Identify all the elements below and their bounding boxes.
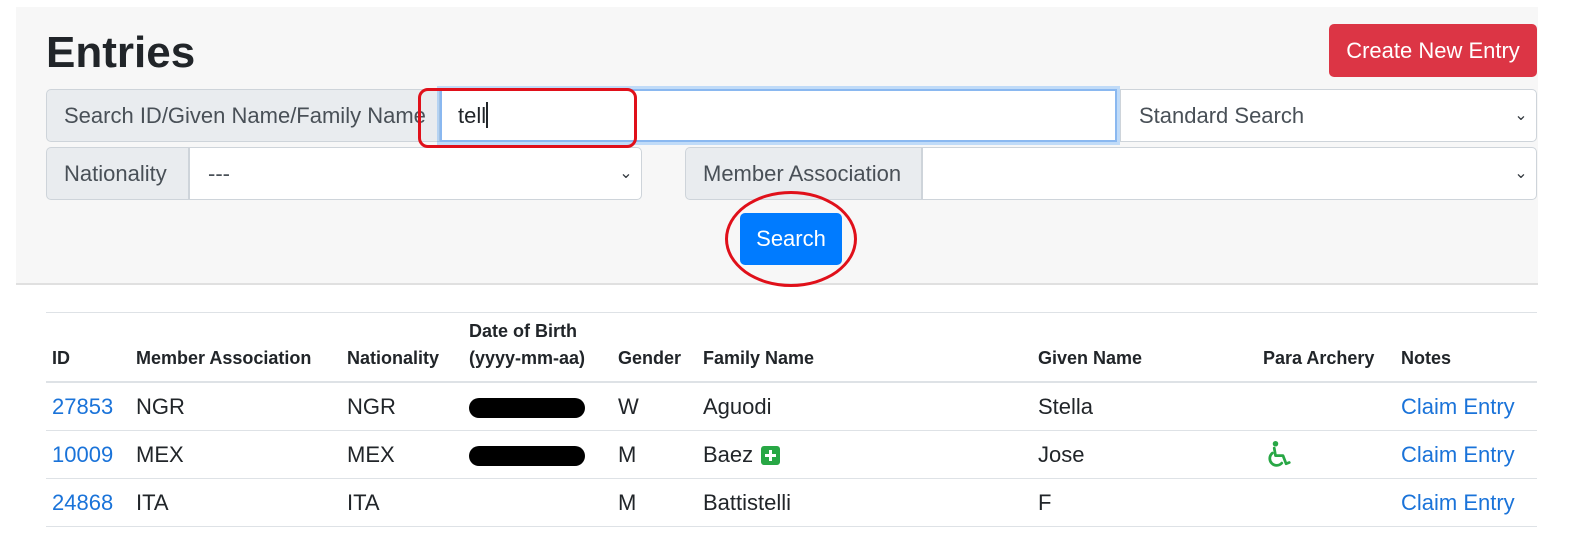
- search-mode-value: Standard Search: [1139, 103, 1305, 128]
- cell-nationality: MEX: [341, 430, 463, 479]
- cell-gender: M: [612, 478, 697, 527]
- entries-table: ID Member Association Nationality Date o…: [46, 312, 1537, 527]
- nationality-value: ---: [208, 161, 230, 186]
- chevron-down-icon: ⌄: [1514, 165, 1528, 182]
- entry-id-link[interactable]: 10009: [52, 442, 113, 467]
- header-nationality: Nationality: [341, 312, 463, 383]
- cell-date-of-birth: [463, 382, 612, 431]
- cell-nationality: ITA: [341, 478, 463, 527]
- cell-para-archery: [1257, 478, 1395, 527]
- header-date-of-birth: Date of Birth (yyyy-mm-aa): [463, 312, 612, 383]
- plus-square-icon: [761, 446, 781, 466]
- cell-gender: W: [612, 382, 697, 431]
- cell-member-association: MEX: [130, 430, 341, 479]
- cell-given-name: Stella: [1032, 382, 1257, 431]
- search-button[interactable]: Search: [740, 213, 842, 265]
- cell-family-name: Aguodi: [697, 382, 1032, 431]
- claim-entry-link[interactable]: Claim Entry: [1401, 394, 1515, 419]
- chevron-down-icon: ⌄: [619, 165, 633, 182]
- cell-family-name: Battistelli: [697, 478, 1032, 527]
- nationality-label: Nationality: [46, 147, 189, 200]
- header-para-archery: Para Archery: [1257, 312, 1395, 383]
- cell-date-of-birth: [463, 430, 612, 479]
- table-row: 10009 MEX MEX M Baez Jose Claim Entry: [46, 430, 1537, 479]
- search-mode-select[interactable]: Standard Search ⌄: [1120, 89, 1537, 142]
- claim-entry-link[interactable]: Claim Entry: [1401, 490, 1515, 515]
- cell-given-name: F: [1032, 478, 1257, 527]
- cell-given-name: Jose: [1032, 430, 1257, 479]
- member-association-label: Member Association: [685, 147, 922, 200]
- header-family-name: Family Name: [697, 312, 1032, 383]
- table-header-row: ID Member Association Nationality Date o…: [46, 312, 1537, 383]
- redaction-mark: [469, 397, 585, 418]
- cell-family-name: Baez: [697, 430, 1032, 479]
- header-member-association: Member Association: [130, 312, 341, 383]
- redaction-mark: [469, 445, 585, 466]
- create-new-entry-button[interactable]: Create New Entry: [1329, 24, 1537, 77]
- nationality-select[interactable]: --- ⌄: [189, 147, 642, 200]
- entry-id-link[interactable]: 24868: [52, 490, 113, 515]
- member-association-select[interactable]: ⌄: [922, 147, 1537, 200]
- cell-date-of-birth: [463, 478, 612, 527]
- cell-nationality: NGR: [341, 382, 463, 431]
- wheelchair-icon: [1268, 440, 1291, 467]
- header-dob-line2: (yyyy-mm-aa): [469, 348, 586, 368]
- entry-id-link[interactable]: 27853: [52, 394, 113, 419]
- table-row: 27853 NGR NGR W Aguodi Stella Claim Entr…: [46, 382, 1537, 431]
- header-gender: Gender: [612, 312, 697, 383]
- table-row: 24868 ITA ITA M Battistelli F Claim Entr…: [46, 478, 1537, 527]
- cell-member-association: NGR: [130, 382, 341, 431]
- cell-gender: M: [612, 430, 697, 479]
- header-notes: Notes: [1395, 312, 1537, 383]
- family-name-text: Aguodi: [703, 393, 772, 419]
- claim-entry-link[interactable]: Claim Entry: [1401, 442, 1515, 467]
- text-caret: [486, 102, 488, 128]
- header-id: ID: [46, 312, 130, 383]
- header-given-name: Given Name: [1032, 312, 1257, 383]
- family-name-text: Battistelli: [703, 489, 792, 515]
- cell-para-archery: [1257, 382, 1395, 431]
- header-dob-line1: Date of Birth: [469, 321, 577, 341]
- cell-member-association: ITA: [130, 478, 341, 527]
- family-name-text: Baez: [703, 441, 754, 467]
- search-input[interactable]: [440, 89, 1117, 142]
- chevron-down-icon: ⌄: [1514, 107, 1528, 124]
- search-label: Search ID/Given Name/Family Name: [46, 89, 440, 142]
- cell-para-archery: [1257, 430, 1395, 479]
- page-title: Entries: [46, 28, 196, 77]
